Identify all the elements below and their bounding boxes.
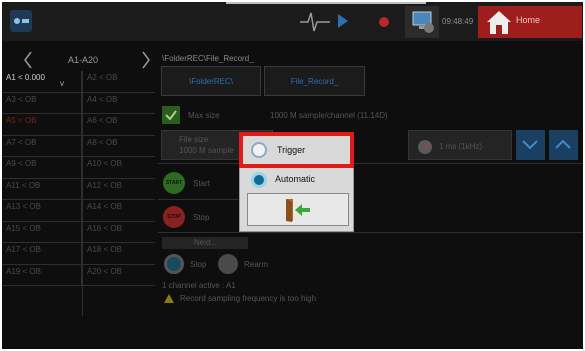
max-size-checkbox[interactable] xyxy=(162,106,180,124)
max-size-label: Max size xyxy=(188,111,220,120)
channel-cell[interactable]: A1 < 0.000 xyxy=(2,71,82,92)
channel-cell[interactable]: A17 < OB xyxy=(2,243,82,264)
table-row: A15 < OB A16 < OB xyxy=(2,221,155,243)
clock-time: 09:48:49 xyxy=(442,17,474,26)
divider xyxy=(158,163,583,164)
monitor-settings-icon[interactable] xyxy=(405,6,439,38)
home-label: Home xyxy=(516,15,541,25)
channel-cell[interactable]: A15 < OB xyxy=(2,221,82,242)
exit-button[interactable] xyxy=(247,193,349,226)
file-button[interactable]: File_Record_ xyxy=(264,66,365,96)
stop-radio-label: Stop xyxy=(190,260,207,269)
exit-door-icon xyxy=(286,199,310,222)
channel-cell[interactable]: A18 < OB xyxy=(83,243,155,264)
channel-cell[interactable]: A8 < OB xyxy=(83,136,155,157)
channel-cell[interactable]: A11 < OB xyxy=(2,178,82,199)
record-path: \FolderREC\File_Record_ xyxy=(162,54,254,63)
channel-range-label: A1-A20 xyxy=(68,55,99,65)
channel-cell[interactable]: A12 < OB xyxy=(83,179,155,200)
channel-nav: A1-A20 xyxy=(2,49,155,71)
chevron-down-icon xyxy=(522,140,538,150)
table-row: A1 < 0.000 V A2 < OB xyxy=(2,71,155,93)
automatic-label: Automatic xyxy=(275,174,316,184)
stop-label: Stop xyxy=(193,213,210,222)
rearm-radio-label: Rearm xyxy=(244,260,269,269)
sampling-rate-value: 1 ms (1kHz) xyxy=(439,142,483,151)
chevron-right-icon[interactable] xyxy=(140,49,152,71)
table-row: A3 < OB A4 < OB xyxy=(2,92,155,114)
table-row: A17 < OB A18 < OB xyxy=(2,243,155,265)
automatic-radio[interactable] xyxy=(251,172,267,188)
top-bar: 09:48:49 Home xyxy=(2,2,583,41)
channel-cell[interactable]: A10 < OB xyxy=(83,157,155,178)
trigger-radio[interactable] xyxy=(251,142,267,158)
rate-down-button[interactable] xyxy=(516,130,545,160)
trigger-option[interactable]: Trigger xyxy=(239,132,354,168)
automatic-option[interactable]: Automatic xyxy=(242,169,352,191)
start-label: Start xyxy=(193,179,210,188)
device-icon[interactable] xyxy=(8,8,34,34)
file-size-label: File size xyxy=(179,135,209,144)
channel-grid: A1 < 0.000 V A2 < OB A3 < OB A4 < OB A5 < OB A… xyxy=(2,71,155,286)
record-icon[interactable] xyxy=(379,17,389,27)
play-icon[interactable] xyxy=(338,14,348,28)
stop-radio[interactable] xyxy=(164,254,184,274)
max-size-value: 1000 M sample/channel (11.14D) xyxy=(270,111,388,120)
table-row: A9 < OB A10 < OB xyxy=(2,157,155,179)
folder-button[interactable]: \FolderREC\ xyxy=(161,66,261,96)
channel-cell[interactable]: A13 < OB xyxy=(2,200,82,221)
table-row: A11 < OB A12 < OB xyxy=(2,178,155,200)
trigger-label: Trigger xyxy=(277,145,306,155)
channels-active-text: 1 channel active : A1 xyxy=(162,281,236,290)
warning-icon xyxy=(164,294,174,303)
file-size-value: 1000 M sample xyxy=(179,146,234,155)
chevron-up-icon xyxy=(555,139,571,149)
channel-cell[interactable]: A2 < OB xyxy=(83,71,155,92)
channel-cell[interactable]: A6 < OB xyxy=(83,114,155,135)
channel-cell[interactable]: A3 < OB xyxy=(2,92,82,113)
pulse-icon[interactable] xyxy=(300,10,330,34)
table-row: A19 < OB A20 < OB xyxy=(2,264,155,286)
channel-cell[interactable]: A14 < OB xyxy=(83,200,155,221)
gauge-icon xyxy=(418,140,432,154)
sampling-rate-box[interactable]: 1 ms (1kHz) xyxy=(408,130,512,160)
channel-cell[interactable]: A19 < OB xyxy=(2,264,82,285)
top-divider xyxy=(226,2,426,4)
rearm-radio[interactable] xyxy=(218,254,238,274)
chevron-left-icon[interactable] xyxy=(22,49,34,71)
channel-cell[interactable]: A16 < OB xyxy=(83,222,155,243)
channel-cell[interactable]: A4 < OB xyxy=(83,93,155,114)
warning-text: Record sampling frequency is too high xyxy=(180,294,317,303)
channel-cell[interactable]: A7 < OB xyxy=(2,135,82,156)
rate-up-button[interactable] xyxy=(549,130,578,160)
divider xyxy=(158,232,583,233)
grid-divider xyxy=(82,71,83,316)
channel-cell[interactable]: A5 < OB xyxy=(2,114,82,135)
device-screen: 09:48:49 Home A1-A20 A1 < 0.000 V A2 < OB A… xyxy=(2,2,583,349)
start-button[interactable]: START xyxy=(163,172,185,194)
stop-button[interactable]: STOP xyxy=(163,206,185,228)
table-row: A13 < OB A14 < OB xyxy=(2,200,155,222)
table-row: A5 < OB A6 < OB xyxy=(2,114,155,136)
channel-cell[interactable]: A9 < OB xyxy=(2,157,82,178)
channel-cell[interactable]: A20 < OB xyxy=(83,265,155,286)
table-row: A7 < OB A8 < OB xyxy=(2,135,155,157)
next-button[interactable]: Next... xyxy=(162,237,248,249)
divider xyxy=(158,199,240,200)
